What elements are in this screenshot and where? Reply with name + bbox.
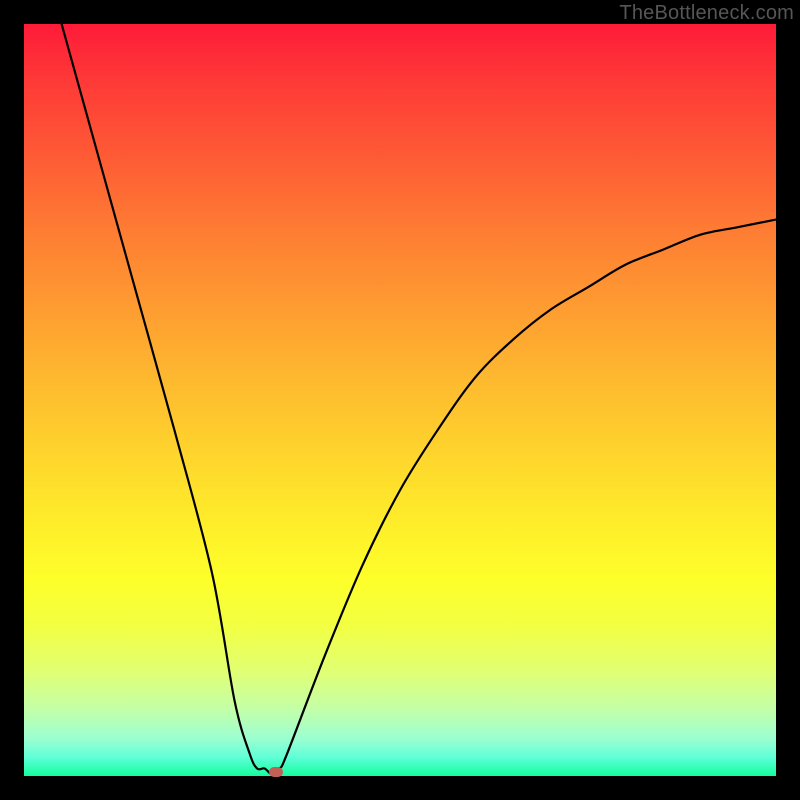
optimum-marker	[269, 767, 283, 777]
bottleneck-curve	[62, 24, 776, 775]
chart-frame: TheBottleneck.com	[0, 0, 800, 800]
curve-svg	[24, 24, 776, 776]
plot-area	[24, 24, 776, 776]
watermark-text: TheBottleneck.com	[619, 2, 794, 25]
